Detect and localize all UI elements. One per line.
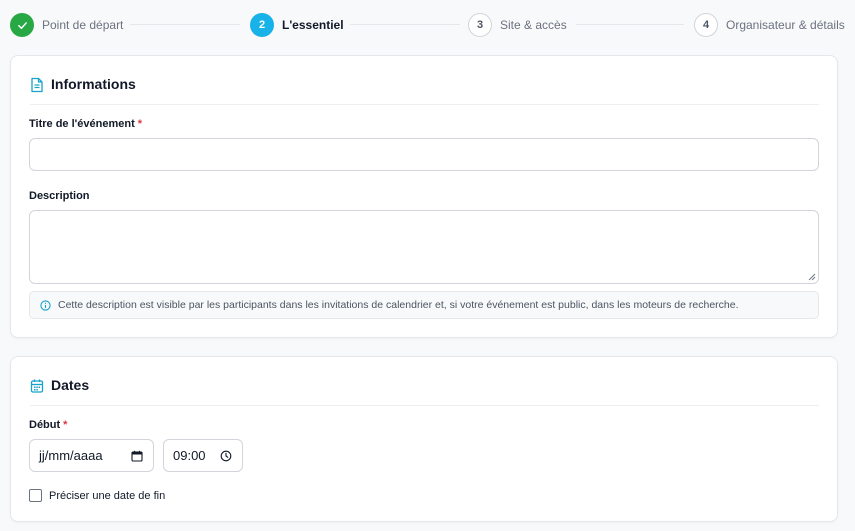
step-point-de-depart[interactable]: Point de départ (10, 12, 123, 38)
informations-title: Informations (51, 76, 136, 92)
calendar-icon[interactable] (131, 450, 143, 462)
event-title-input[interactable] (29, 138, 819, 171)
start-time-value: 09:00 (173, 448, 206, 463)
step-connector (350, 24, 460, 25)
document-icon (31, 77, 43, 93)
start-date-input[interactable]: jj/mm/aaaa (29, 439, 154, 472)
title-field-label-text: Titre de l'événement (29, 118, 135, 130)
start-date-value: jj/mm/aaaa (39, 448, 103, 463)
step-4-circle: 4 (694, 13, 718, 37)
start-time-input[interactable]: 09:00 (163, 439, 243, 472)
step-1-circle (10, 13, 34, 37)
end-date-checkbox[interactable] (29, 489, 42, 502)
start-field-label-text: Début (29, 419, 61, 431)
description-hint: Cette description est visible par les pa… (29, 291, 819, 319)
description-textarea[interactable] (29, 210, 819, 284)
informations-card: Informations Titre de l'événement * Descr… (10, 55, 838, 338)
step-connector (130, 24, 240, 25)
end-date-checkbox-row[interactable]: Préciser une date de fin (29, 489, 165, 502)
dates-card: Dates Début * jj/mm/aaaa 09:00 Préciser u… (10, 356, 838, 522)
step-4-label: Organisateur & détails (726, 18, 845, 32)
step-3-label: Site & accès (500, 18, 567, 32)
step-2-label: L'essentiel (282, 18, 344, 32)
title-field-label: Titre de l'événement * (29, 118, 142, 130)
dates-title: Dates (51, 377, 90, 393)
clock-icon[interactable] (220, 450, 232, 462)
step-organisateur-details[interactable]: 4 Organisateur & détails (694, 12, 845, 38)
info-circle-icon (40, 299, 51, 311)
description-field-label: Description (29, 190, 90, 202)
start-field-label: Début * (29, 419, 67, 431)
dates-header: Dates (30, 375, 819, 406)
required-mark: * (137, 118, 143, 130)
resize-grip-icon[interactable] (808, 273, 816, 281)
description-hint-text: Cette description est visible par les pa… (58, 299, 739, 311)
stepper: Point de départ 2 L'essentiel 3 Site & a… (10, 12, 845, 38)
step-essentiel[interactable]: 2 L'essentiel (250, 12, 344, 38)
step-3-circle: 3 (468, 13, 492, 37)
step-connector (576, 24, 684, 25)
required-mark: * (63, 419, 68, 431)
end-date-checkbox-label[interactable]: Préciser une date de fin (49, 490, 165, 502)
step-2-circle: 2 (250, 13, 274, 37)
calendar-icon (30, 379, 44, 393)
check-icon (17, 21, 27, 29)
step-site-acces[interactable]: 3 Site & accès (468, 12, 567, 38)
informations-header: Informations (30, 74, 819, 105)
step-1-label: Point de départ (42, 18, 124, 32)
